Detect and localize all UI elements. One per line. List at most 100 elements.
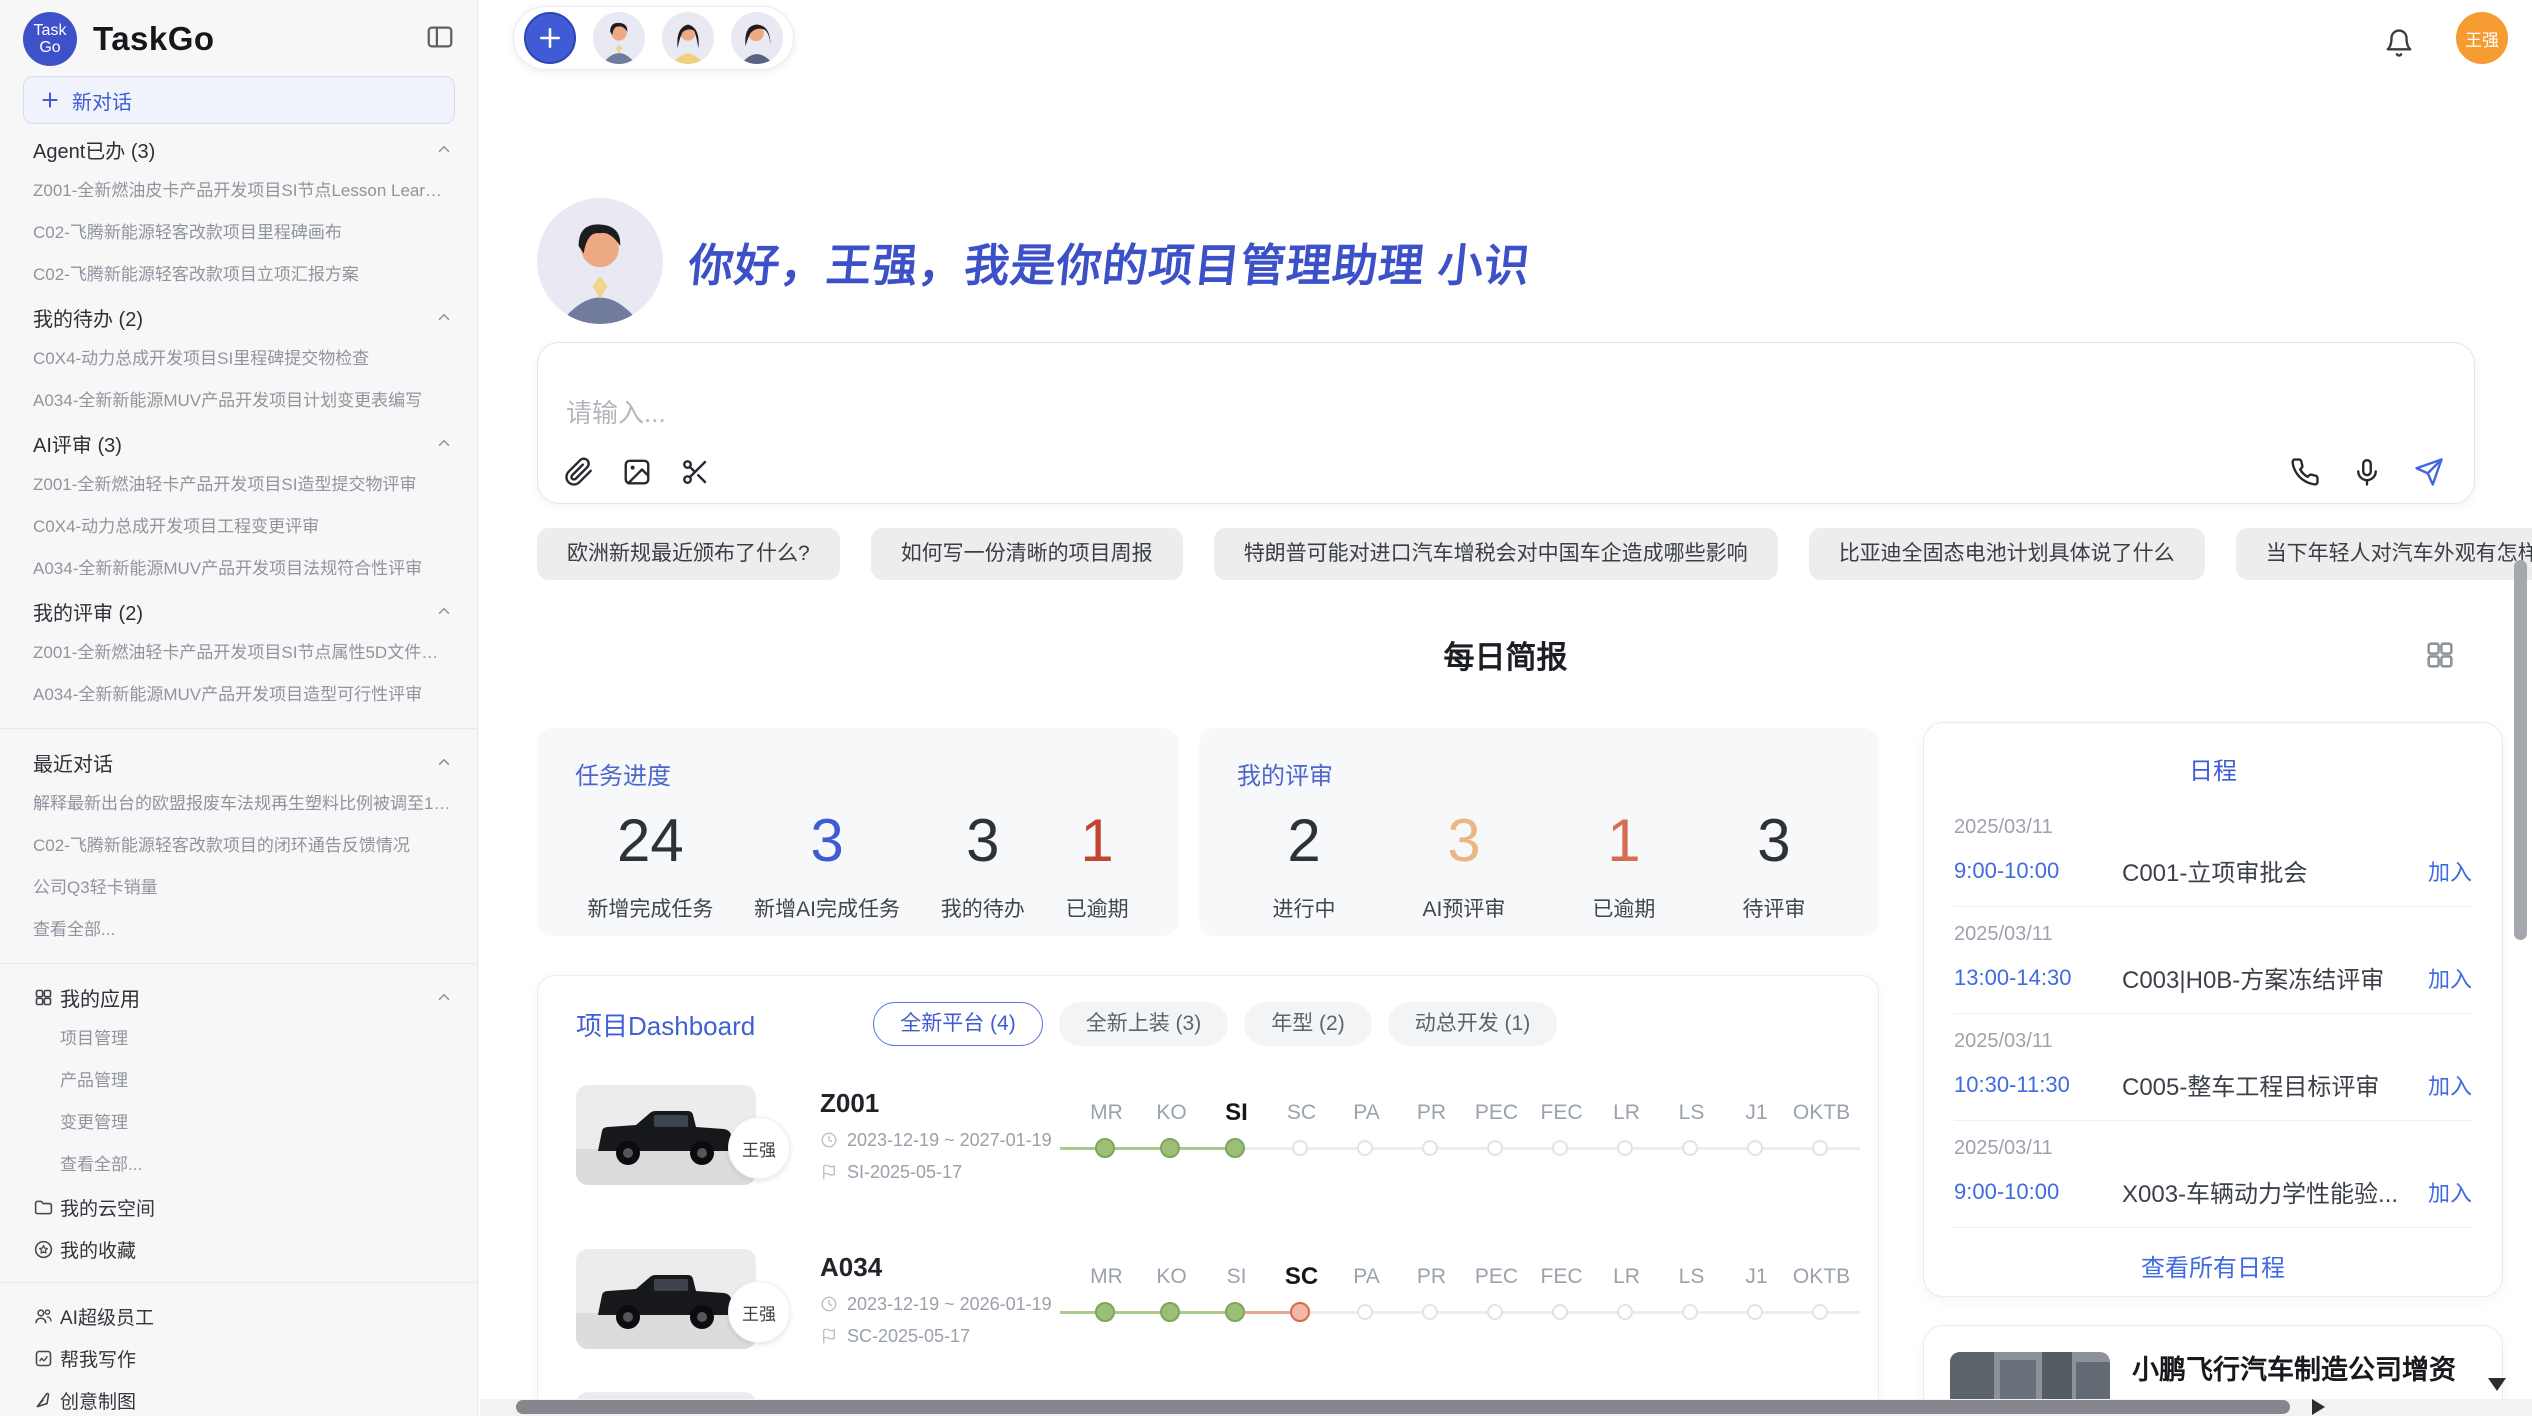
milestone-j1[interactable]: J1: [1724, 1259, 1789, 1295]
milestone-pa[interactable]: PA: [1334, 1259, 1399, 1295]
section-header-ai-review[interactable]: AI评审 (3): [0, 422, 477, 464]
new-chat-button[interactable]: 新对话: [23, 76, 455, 124]
scissors-icon[interactable]: [680, 457, 710, 487]
sidebar-item-ai-staff[interactable]: AI超级员工: [0, 1295, 477, 1337]
assistant-avatar-2[interactable]: [662, 12, 714, 64]
view-all-schedule-link[interactable]: 查看所有日程: [1924, 1248, 2502, 1283]
sidebar-item-favorites[interactable]: 我的收藏: [0, 1228, 477, 1270]
milestone-pa[interactable]: PA: [1334, 1095, 1399, 1131]
app-item[interactable]: 项目管理: [0, 1018, 477, 1060]
sidebar-collapse-icon[interactable]: [425, 22, 455, 52]
dashboard-tab[interactable]: 动总开发 (1): [1388, 1002, 1558, 1046]
attach-icon[interactable]: [564, 457, 594, 487]
recent-conversation-item[interactable]: 解释最新出台的欧盟报废车法规再生塑料比例被调至15%...: [0, 783, 477, 825]
chat-input-box[interactable]: [537, 342, 2475, 504]
milestone-pr[interactable]: PR: [1399, 1259, 1464, 1295]
suggestion-chip[interactable]: 比亚迪全固态电池计划具体说了什么: [1809, 528, 2205, 580]
review-item[interactable]: A034-全新新能源MUV产品开发项目造型可行性评审: [0, 674, 477, 716]
dashboard-tab[interactable]: 年型 (2): [1244, 1002, 1372, 1046]
section-header-agent-done[interactable]: Agent已办 (3): [0, 128, 477, 170]
milestone-pec[interactable]: PEC: [1464, 1095, 1529, 1131]
phone-icon[interactable]: [2290, 457, 2320, 487]
sidebar-item-writing[interactable]: 帮我写作: [0, 1337, 477, 1379]
layout-grid-icon[interactable]: [2423, 638, 2457, 672]
project-row[interactable]: 王强Z0012023-12-19 ~ 2027-01-19SI-2025-05-…: [576, 1060, 1840, 1210]
recent-conversation-item[interactable]: C02-飞腾新能源轻客改款项目的闭环通告反馈情况: [0, 825, 477, 867]
section-header-my-apps[interactable]: 我的应用: [0, 976, 477, 1018]
project-row[interactable]: 王强A0342023-12-19 ~ 2026-01-19SC-2025-05-…: [576, 1224, 1840, 1374]
join-link[interactable]: 加入: [2428, 1176, 2472, 1208]
chevron-up-icon[interactable]: [435, 434, 453, 452]
milestone-mr[interactable]: MR: [1074, 1095, 1139, 1131]
join-link[interactable]: 加入: [2428, 855, 2472, 887]
review-item[interactable]: C0X4-动力总成开发项目工程变更评审: [0, 506, 477, 548]
mic-icon[interactable]: [2352, 457, 2382, 487]
review-item[interactable]: A034-全新新能源MUV产品开发项目法规符合性评审: [0, 548, 477, 590]
milestone-j1[interactable]: J1: [1724, 1095, 1789, 1131]
section-header-recent[interactable]: 最近对话: [0, 741, 477, 783]
review-item[interactable]: Z001-全新燃油轻卡产品开发项目SI节点属性5D文件评审: [0, 632, 477, 674]
suggestion-chip[interactable]: 如何写一份清晰的项目周报: [871, 528, 1183, 580]
app-item[interactable]: 变更管理: [0, 1102, 477, 1144]
milestone-ko[interactable]: KO: [1139, 1259, 1204, 1295]
notification-bell-icon[interactable]: [2384, 28, 2414, 58]
chevron-up-icon[interactable]: [435, 140, 453, 158]
chevron-up-icon[interactable]: [435, 988, 453, 1006]
sidebar: Task Go TaskGo 新对话 Agent已办 (3) Z001-全新燃油…: [0, 0, 478, 1416]
milestone-si[interactable]: SI: [1204, 1259, 1269, 1295]
milestone-fec[interactable]: FEC: [1529, 1095, 1594, 1131]
chevron-up-icon[interactable]: [435, 602, 453, 620]
sidebar-item-drawing[interactable]: 创意制图: [0, 1379, 477, 1416]
conversation-item[interactable]: Z001-全新燃油皮卡产品开发项目SI节点Lesson Learn报告: [0, 170, 477, 212]
app-item[interactable]: 产品管理: [0, 1060, 477, 1102]
chat-input[interactable]: [566, 391, 2166, 435]
milestone-oktb[interactable]: OKTB: [1789, 1259, 1854, 1295]
conversation-item[interactable]: C02-飞腾新能源轻客改款项目立项汇报方案: [0, 254, 477, 296]
todo-item[interactable]: A034-全新新能源MUV产品开发项目计划变更表编写: [0, 380, 477, 422]
recent-conversation-item[interactable]: 公司Q3轻卡销量: [0, 867, 477, 909]
scroll-right-arrow[interactable]: [2312, 1399, 2325, 1415]
milestone-oktb[interactable]: OKTB: [1789, 1095, 1854, 1131]
event-date: 2025/03/11: [1954, 923, 2472, 946]
section-header-my-todo[interactable]: 我的待办 (2): [0, 296, 477, 338]
apps-view-all[interactable]: 查看全部...: [0, 1144, 477, 1186]
stat-label: 进行中: [1273, 893, 1336, 923]
milestone-ls[interactable]: LS: [1659, 1259, 1724, 1295]
milestone-fec[interactable]: FEC: [1529, 1259, 1594, 1295]
milestone-ls[interactable]: LS: [1659, 1095, 1724, 1131]
milestone-ko[interactable]: KO: [1139, 1095, 1204, 1131]
milestone-si[interactable]: SI: [1204, 1095, 1269, 1131]
conversation-item[interactable]: C02-飞腾新能源轻客改款项目里程碑画布: [0, 212, 477, 254]
sidebar-scroll-area[interactable]: Agent已办 (3) Z001-全新燃油皮卡产品开发项目SI节点Lesson …: [0, 128, 477, 1416]
chevron-up-icon[interactable]: [435, 753, 453, 771]
chevron-up-icon[interactable]: [435, 308, 453, 326]
assistant-avatar-1[interactable]: [593, 12, 645, 64]
dashboard-tab[interactable]: 全新平台 (4): [873, 1002, 1043, 1046]
milestone-pec[interactable]: PEC: [1464, 1259, 1529, 1295]
join-link[interactable]: 加入: [2428, 1069, 2472, 1101]
milestone-lr[interactable]: LR: [1594, 1095, 1659, 1131]
section-header-my-review[interactable]: 我的评审 (2): [0, 590, 477, 632]
add-assistant-button[interactable]: [524, 12, 576, 64]
dashboard-tab[interactable]: 全新上装 (3): [1059, 1002, 1229, 1046]
milestone-lr[interactable]: LR: [1594, 1259, 1659, 1295]
recent-view-all[interactable]: 查看全部...: [0, 909, 477, 951]
milestone-mr[interactable]: MR: [1074, 1259, 1139, 1295]
horizontal-scrollbar[interactable]: [516, 1400, 2290, 1414]
sidebar-item-cloud-space[interactable]: 我的云空间: [0, 1186, 477, 1228]
milestone-sc[interactable]: SC: [1269, 1095, 1334, 1131]
todo-item[interactable]: C0X4-动力总成开发项目SI里程碑提交物检查: [0, 338, 477, 380]
suggestion-chip[interactable]: 欧洲新规最近颁布了什么?: [537, 528, 840, 580]
suggestion-chip[interactable]: 特朗普可能对进口汽车增税会对中国车企造成哪些影响: [1214, 528, 1778, 580]
user-avatar[interactable]: 王强: [2456, 12, 2508, 64]
send-icon[interactable]: [2414, 457, 2444, 487]
milestone-sc[interactable]: SC: [1269, 1259, 1334, 1295]
suggestion-chip[interactable]: 当下年轻人对汽车外观有怎样的喜好趋势: [2236, 528, 2532, 580]
review-item[interactable]: Z001-全新燃油轻卡产品开发项目SI造型提交物评审: [0, 464, 477, 506]
vertical-scrollbar[interactable]: [2514, 560, 2527, 940]
assistant-avatar-3[interactable]: [731, 12, 783, 64]
scroll-down-arrow[interactable]: [2488, 1378, 2506, 1391]
milestone-pr[interactable]: PR: [1399, 1095, 1464, 1131]
image-icon[interactable]: [622, 457, 652, 487]
join-link[interactable]: 加入: [2428, 962, 2472, 994]
